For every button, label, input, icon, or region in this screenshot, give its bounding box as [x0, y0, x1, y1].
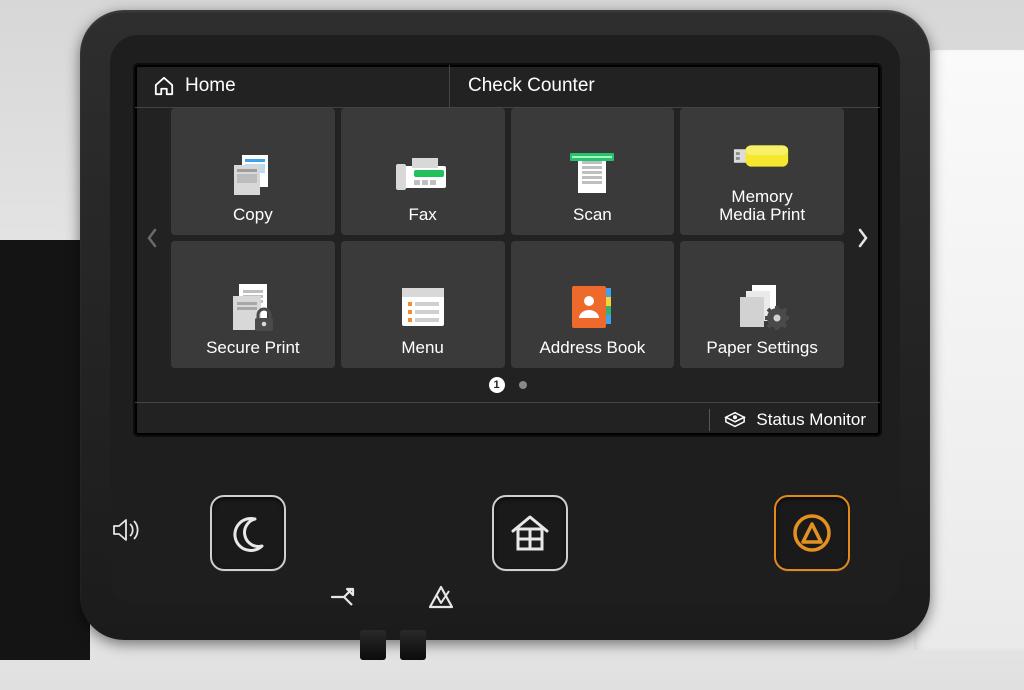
tile-menu[interactable]: Menu — [341, 241, 505, 368]
status-bar: Status Monitor — [135, 402, 880, 435]
status-monitor-label: Status Monitor — [756, 410, 866, 430]
panel-foot — [400, 630, 426, 660]
paper-settings-icon — [732, 283, 792, 331]
tile-label: Scan — [573, 206, 612, 225]
status-divider — [709, 409, 710, 431]
tile-label: Paper Settings — [706, 339, 818, 358]
speaker-icon — [112, 517, 142, 543]
tile-memory-media-print[interactable]: Memory Media Print — [680, 108, 844, 235]
page-dot-active[interactable]: 1 — [489, 377, 505, 393]
tile-secure-print[interactable]: Secure Print — [171, 241, 335, 368]
home-icon — [153, 76, 175, 96]
tile-scan[interactable]: Scan — [511, 108, 675, 235]
topbar-counter[interactable]: Check Counter — [450, 65, 613, 107]
scan-icon — [562, 150, 622, 198]
home-button[interactable] — [492, 495, 568, 571]
copy-icon — [223, 150, 283, 198]
secure-print-icon — [223, 283, 283, 331]
home-hw-icon — [509, 513, 551, 553]
stop-button[interactable] — [774, 495, 850, 571]
moon-icon — [228, 513, 268, 553]
content-area: Copy — [135, 108, 880, 368]
indicator-row — [330, 585, 454, 609]
tile-label: Fax — [408, 206, 436, 225]
next-page-arrow[interactable] — [846, 108, 880, 368]
stop-icon — [791, 512, 833, 554]
menu-icon — [393, 283, 453, 331]
topbar-counter-label: Check Counter — [468, 75, 595, 97]
touchscreen: Home Check Counter — [135, 65, 880, 435]
background-dark — [0, 240, 90, 660]
sleep-button[interactable] — [210, 495, 286, 571]
tile-label: Secure Print — [206, 339, 300, 358]
address-book-icon — [562, 283, 622, 331]
usb-icon — [732, 132, 792, 180]
tile-label: Memory Media Print — [719, 188, 805, 225]
tile-paper-settings[interactable]: Paper Settings — [680, 241, 844, 368]
background-housing — [914, 50, 1024, 650]
topbar-home[interactable]: Home — [135, 65, 450, 107]
status-monitor-icon — [724, 411, 746, 429]
tile-label: Menu — [401, 339, 444, 358]
tile-fax[interactable]: Fax — [341, 108, 505, 235]
fax-icon — [393, 150, 453, 198]
tile-copy[interactable]: Copy — [171, 108, 335, 235]
scene: Home Check Counter — [0, 0, 1024, 690]
hardware-row — [80, 485, 930, 580]
app-grid: Copy — [169, 102, 846, 374]
prev-page-arrow[interactable] — [135, 108, 169, 368]
control-panel: Home Check Counter — [80, 10, 930, 640]
topbar-home-label: Home — [185, 75, 236, 97]
data-indicator-icon — [330, 585, 358, 609]
panel-foot — [360, 630, 386, 660]
error-indicator-icon — [428, 585, 454, 609]
page-dot[interactable] — [519, 381, 527, 389]
page-current: 1 — [493, 379, 499, 391]
tile-label: Copy — [233, 206, 273, 225]
tile-address-book[interactable]: Address Book — [511, 241, 675, 368]
tile-label: Address Book — [539, 339, 645, 358]
